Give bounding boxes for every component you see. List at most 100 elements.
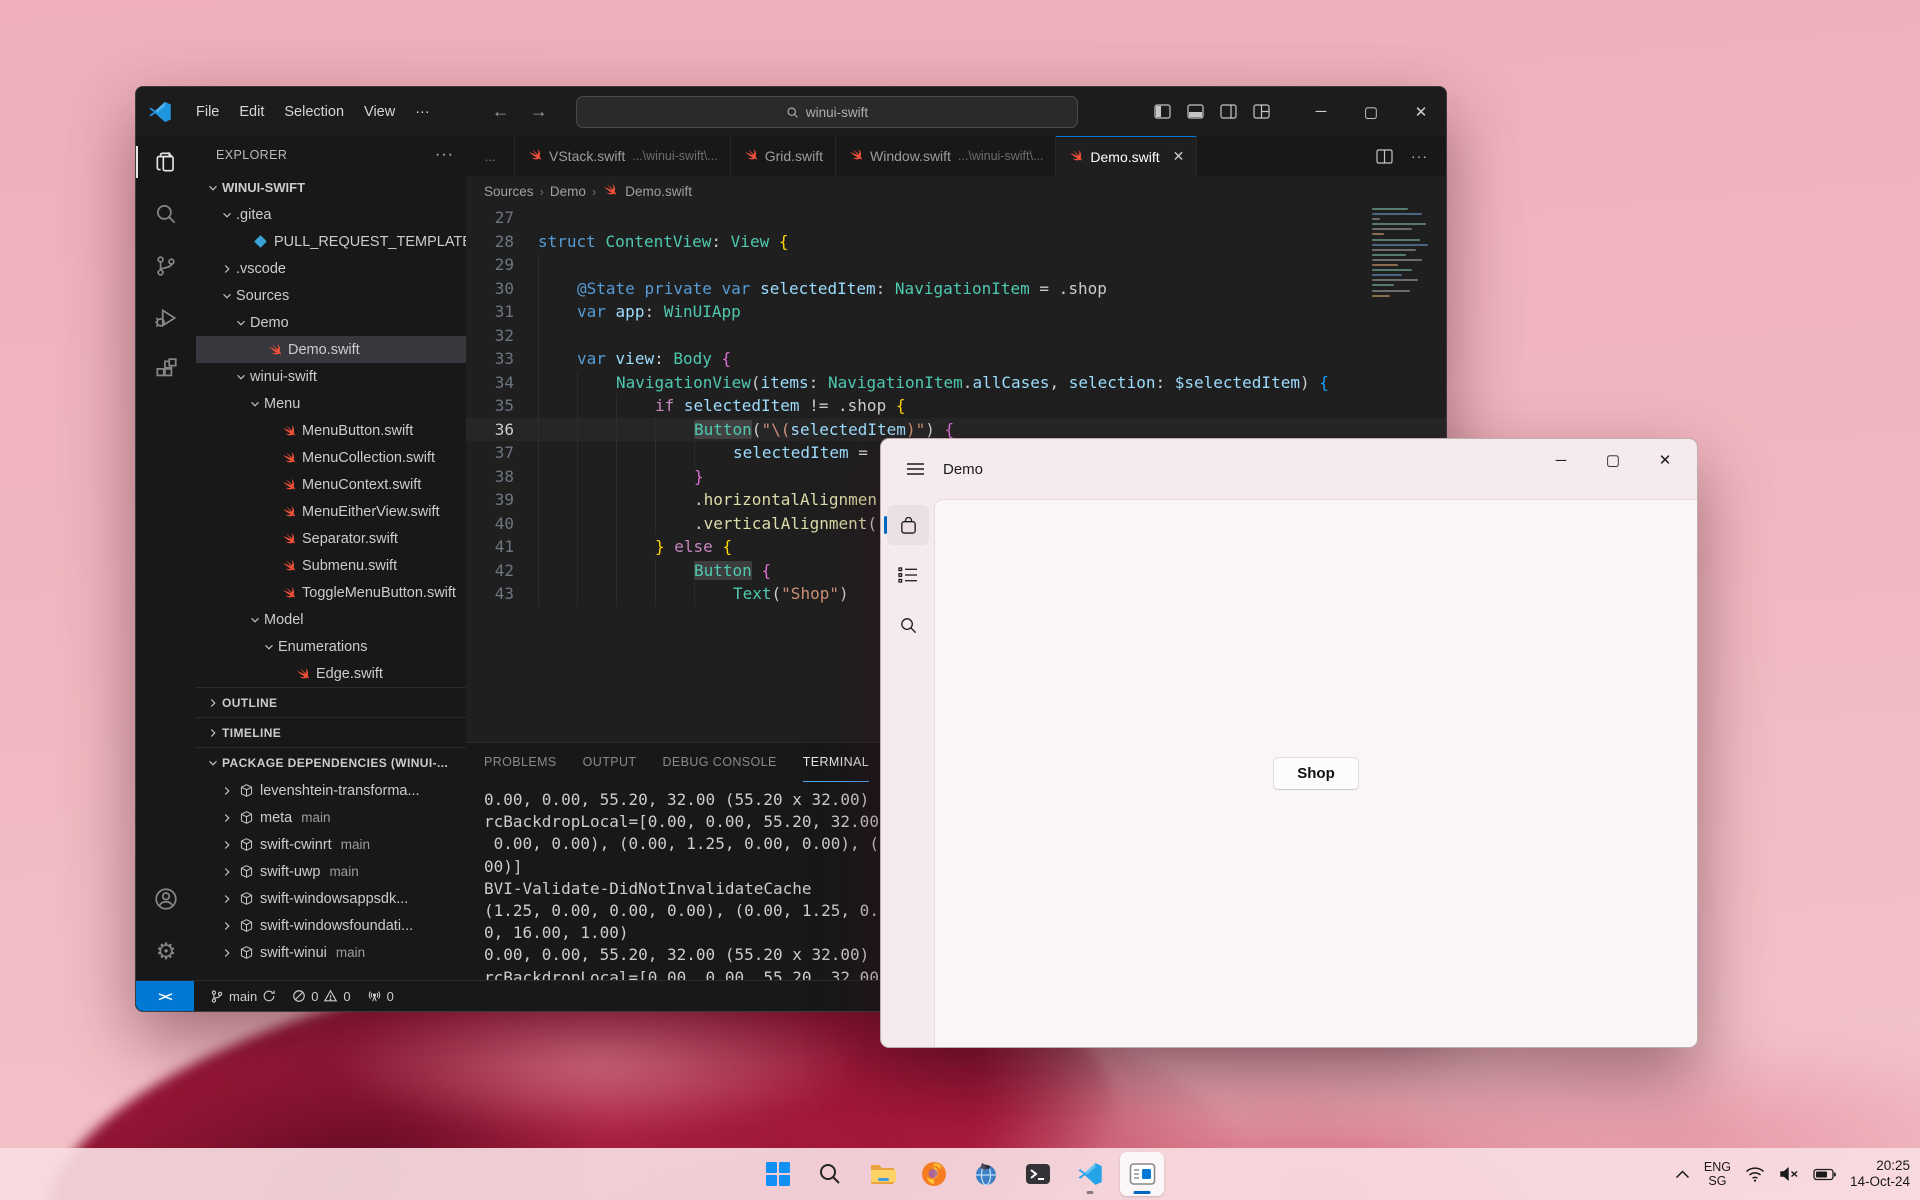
taskbar-start-icon[interactable] (756, 1152, 800, 1196)
battery-icon[interactable] (1813, 1168, 1836, 1181)
panel-tab-output[interactable]: OUTPUT (583, 743, 637, 782)
problems-item[interactable]: 0 0 (292, 989, 351, 1004)
activitybar-account-icon[interactable] (136, 873, 196, 925)
explorer-more-actions-icon[interactable]: ··· (435, 146, 454, 164)
nav-item-search-icon[interactable] (887, 605, 929, 645)
breadcrumb[interactable]: Sources › Demo › Demo.swift (466, 176, 1446, 206)
tree-item-menucontext-swift[interactable]: MenuContext.swift (196, 471, 466, 498)
tree-item-submenu-swift[interactable]: Submenu.swift (196, 552, 466, 579)
tab-overflow-stub[interactable]: ... (466, 136, 515, 176)
hamburger-menu-icon[interactable] (893, 451, 937, 487)
taskbar-demo-app-icon[interactable] (1120, 1152, 1164, 1196)
tree-item-winui-swift[interactable]: WINUI-SWIFT (196, 174, 466, 201)
clock[interactable]: 20:25 14-Oct-24 (1850, 1158, 1910, 1190)
volume-muted-icon[interactable] (1779, 1166, 1799, 1182)
code-line-34[interactable]: 34 NavigationView(items: NavigationItem.a… (466, 370, 1446, 394)
code-line-32[interactable]: 32 (466, 323, 1446, 347)
demo-maximize-button[interactable]: ▢ (1587, 439, 1639, 481)
code-line-30[interactable]: 30 @State private var selectedItem: Navig… (466, 276, 1446, 300)
nav-back-icon[interactable]: ← (492, 101, 510, 122)
toggle-panel-icon[interactable] (1187, 104, 1204, 119)
tree-item-swift-cwinrt[interactable]: swift-cwinrt main (196, 831, 466, 858)
sidebar-section-timeline[interactable]: TIMELINE (196, 717, 466, 747)
vscode-titlebar[interactable]: File Edit Selection View ··· ← → winui-s… (136, 87, 1446, 136)
tree-item-swift-windowsfoundati-[interactable]: swift-windowsfoundati... (196, 912, 466, 939)
vscode-maximize-button[interactable]: ▢ (1346, 87, 1396, 136)
tab-close-icon[interactable]: ✕ (1173, 148, 1185, 165)
nav-item-shop-bag-icon[interactable] (884, 505, 929, 545)
taskbar-firefox-icon[interactable] (912, 1152, 956, 1196)
activitybar-source-control-icon[interactable] (136, 240, 196, 292)
code-line-31[interactable]: 31 var app: WinUIApp (466, 300, 1446, 324)
menu-view[interactable]: View (354, 99, 405, 125)
toggle-sidebar-icon[interactable] (1154, 104, 1171, 119)
panel-tab-debug-console[interactable]: DEBUG CONSOLE (662, 743, 776, 782)
tab-demo-swift[interactable]: Demo.swift ✕ (1056, 136, 1198, 176)
taskbar-vscode-icon[interactable] (1068, 1152, 1112, 1196)
tree-item-levenshtein-transforma-[interactable]: levenshtein-transforma... (196, 777, 466, 804)
tab-window-swift[interactable]: Window.swift ...\winui-swift\... (836, 136, 1057, 176)
language-indicator[interactable]: ENG SG (1704, 1160, 1731, 1188)
tree-item-sources[interactable]: Sources (196, 282, 466, 309)
breadcrumb-segment[interactable]: Demo (550, 184, 586, 199)
code-line-29[interactable]: 29 (466, 253, 1446, 277)
tree-item-swift-windowsappsdk-[interactable]: swift-windowsappsdk... (196, 885, 466, 912)
tree-item-menubutton-swift[interactable]: MenuButton.swift (196, 417, 466, 444)
shop-button[interactable]: Shop (1273, 757, 1359, 790)
tree-item-demo[interactable]: Demo (196, 309, 466, 336)
tree-item--gitea[interactable]: .gitea (196, 201, 466, 228)
menu-selection[interactable]: Selection (274, 99, 354, 125)
panel-tab-problems[interactable]: PROBLEMS (484, 743, 557, 782)
breadcrumb-segment[interactable]: Sources (484, 184, 534, 199)
tree-item-togglemenubutton-swift[interactable]: ToggleMenuButton.swift (196, 579, 466, 606)
editor-more-actions-icon[interactable]: ··· (1411, 148, 1428, 164)
vscode-close-button[interactable]: ✕ (1396, 87, 1446, 136)
demo-titlebar[interactable]: Demo ─ ▢ ✕ (881, 439, 1697, 499)
tree-item-model[interactable]: Model (196, 606, 466, 633)
activitybar-search-icon[interactable] (136, 188, 196, 240)
activitybar-extensions-icon[interactable] (136, 344, 196, 396)
split-editor-icon[interactable] (1376, 148, 1393, 164)
tree-item-enumerations[interactable]: Enumerations (196, 633, 466, 660)
tray-chevron-up-icon[interactable] (1675, 1169, 1690, 1179)
taskbar-explorer-icon[interactable] (860, 1152, 904, 1196)
tree-item-pull-request-template-[interactable]: PULL_REQUEST_TEMPLATE.... (196, 228, 466, 255)
breadcrumb-segment[interactable]: Demo.swift (625, 184, 692, 199)
git-branch-item[interactable]: main (210, 989, 276, 1004)
code-line-33[interactable]: 33 var view: Body { (466, 347, 1446, 371)
ports-item[interactable]: 0 (367, 989, 394, 1004)
command-center-search[interactable]: winui-swift (576, 96, 1078, 128)
sidebar-section-outline[interactable]: OUTLINE (196, 687, 466, 717)
activitybar-run-debug-icon[interactable] (136, 292, 196, 344)
sidebar-section-package-dependencies-winui-[interactable]: PACKAGE DEPENDENCIES (WINUI-... (196, 747, 466, 777)
tree-item-edge-swift[interactable]: Edge.swift (196, 660, 466, 687)
tree-item-swift-winui[interactable]: swift-winui main (196, 939, 466, 966)
tab-grid-swift[interactable]: Grid.swift (730, 136, 837, 176)
tree-item-menu[interactable]: Menu (196, 390, 466, 417)
wifi-icon[interactable] (1745, 1166, 1765, 1182)
customize-layout-icon[interactable] (1253, 104, 1270, 119)
activitybar-explorer-icon[interactable] (136, 136, 196, 188)
tree-item--vscode[interactable]: .vscode (196, 255, 466, 282)
demo-close-button[interactable]: ✕ (1639, 439, 1691, 481)
code-line-35[interactable]: 35 if selectedItem != .shop { (466, 394, 1446, 418)
tree-item-swift-uwp[interactable]: swift-uwp main (196, 858, 466, 885)
toggle-secondary-sidebar-icon[interactable] (1220, 104, 1237, 119)
tree-item-meta[interactable]: meta main (196, 804, 466, 831)
tab-vstack-swift[interactable]: VStack.swift ...\winui-swift\... (515, 136, 731, 176)
taskbar-terminal-icon[interactable] (1016, 1152, 1060, 1196)
code-line-28[interactable]: 28 struct ContentView: View { (466, 230, 1446, 254)
menu-file[interactable]: File (186, 99, 229, 125)
minimap[interactable] (1372, 208, 1434, 408)
tree-item-demo-swift[interactable]: Demo.swift (196, 336, 466, 363)
activitybar-settings-gear-icon[interactable]: ⚙ (136, 925, 196, 977)
menu-edit[interactable]: Edit (229, 99, 274, 125)
tree-item-separator-swift[interactable]: Separator.swift (196, 525, 466, 552)
demo-minimize-button[interactable]: ─ (1535, 439, 1587, 481)
code-line-27[interactable]: 27 (466, 206, 1446, 230)
tree-item-menueitherview-swift[interactable]: MenuEitherView.swift (196, 498, 466, 525)
tree-item-winui-swift[interactable]: winui-swift (196, 363, 466, 390)
menu-more[interactable]: ··· (405, 99, 440, 125)
nav-item-list-icon[interactable] (887, 555, 929, 595)
taskbar-search-icon[interactable] (808, 1152, 852, 1196)
